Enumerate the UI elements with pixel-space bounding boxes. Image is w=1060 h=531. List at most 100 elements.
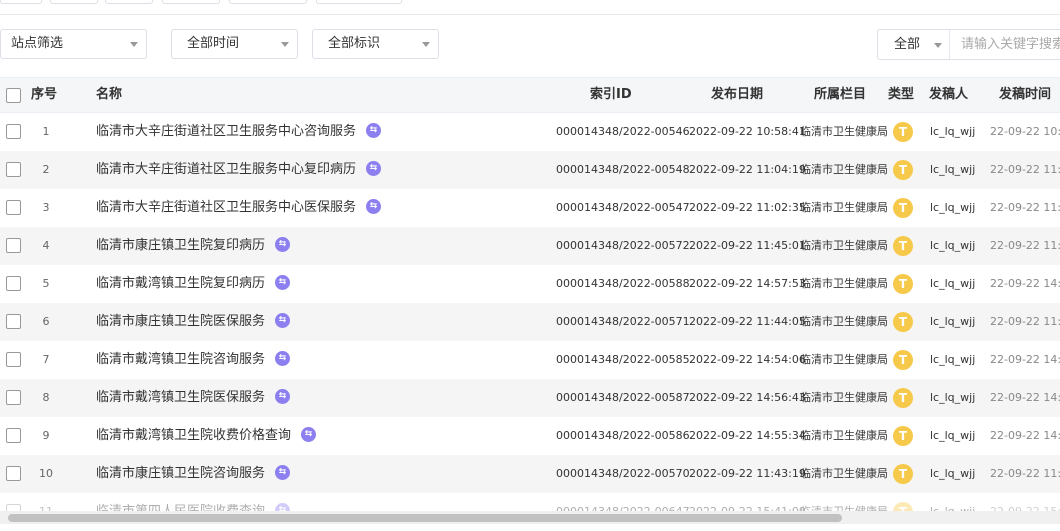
table-row[interactable]: 9 临清市戴湾镇卫生院收费价格查询 ⇆ 000014348/2022-00586 202… — [0, 417, 1060, 455]
table-row[interactable]: 2 临清市大辛庄街道社区卫生服务中心复印病历 ⇆ 000014348/2022-005… — [0, 151, 1060, 189]
row-checkbox[interactable] — [6, 428, 21, 443]
header-column[interactable]: 所属栏目 — [814, 78, 866, 112]
table-row[interactable]: 8 临清市戴湾镇卫生院医保服务 ⇆ 000014348/2022-00587 2022-… — [0, 379, 1060, 417]
toolbar-button[interactable] — [229, 0, 307, 4]
site-filter-label: 站点筛选 — [11, 36, 64, 51]
table-header: 序号 名称 索引ID 发布日期 所属栏目 类型 发稿人 发稿时间 — [0, 77, 1060, 113]
row-checkbox[interactable] — [6, 314, 21, 329]
header-index-id[interactable]: 索引ID — [590, 78, 632, 112]
link-tag-icon[interactable]: ⇆ — [275, 313, 291, 328]
row-column: 临清市卫生健康局 — [800, 391, 888, 404]
row-checkbox[interactable] — [6, 238, 21, 253]
row-publish-date: 2022-09-22 14:56:43 — [689, 391, 806, 404]
row-name[interactable]: 临清市大辛庄街道社区卫生服务中心咨询服务 ⇆ — [96, 113, 382, 151]
toolbar-button[interactable] — [316, 0, 402, 4]
type-text-icon: T — [893, 236, 913, 256]
row-name-text[interactable]: 临清市戴湾镇卫生院收费价格查询 — [96, 428, 291, 443]
table-row[interactable]: 3 临清市大辛庄街道社区卫生服务中心医保服务 ⇆ 000014348/2022-005… — [0, 189, 1060, 227]
row-name-text[interactable]: 临清市戴湾镇卫生院医保服务 — [96, 390, 265, 405]
row-index-id: 000014348/2022-00585 — [556, 353, 690, 366]
row-name[interactable]: 临清市康庄镇卫生院复印病历 ⇆ — [96, 227, 291, 265]
row-checkbox[interactable] — [6, 200, 21, 215]
select-all-checkbox[interactable] — [6, 88, 21, 103]
link-tag-icon[interactable]: ⇆ — [366, 123, 382, 138]
table-row[interactable]: 6 临清市康庄镇卫生院医保服务 ⇆ 000014348/2022-00571 2022-… — [0, 303, 1060, 341]
type-text-icon: T — [893, 350, 913, 370]
type-text-icon: T — [893, 312, 913, 332]
row-name-text[interactable]: 临清市戴湾镇卫生院咨询服务 — [96, 352, 265, 367]
scrollbar-thumb[interactable] — [8, 514, 842, 522]
row-checkbox[interactable] — [6, 276, 21, 291]
row-index-id: 000014348/2022-00546 — [556, 125, 690, 138]
header-no[interactable]: 序号 — [31, 78, 57, 112]
type-text-icon: T — [893, 274, 913, 294]
table-row[interactable]: 7 临清市戴湾镇卫生院咨询服务 ⇆ 000014348/2022-00585 2022-… — [0, 341, 1060, 379]
content-table: 序号 名称 索引ID 发布日期 所属栏目 类型 发稿人 发稿时间 1 临清市大辛庄… — [0, 77, 1060, 531]
row-checkbox[interactable] — [6, 466, 21, 481]
header-type[interactable]: 类型 — [888, 78, 914, 112]
chevron-down-icon — [130, 42, 138, 47]
row-author: lc_lq_wjj — [930, 315, 976, 328]
row-name[interactable]: 临清市戴湾镇卫生院复印病历 ⇆ — [96, 265, 291, 303]
row-number: 9 — [42, 429, 50, 442]
row-name[interactable]: 临清市康庄镇卫生院医保服务 ⇆ — [96, 303, 291, 341]
table-row[interactable]: 10 临清市康庄镇卫生院咨询服务 ⇆ 000014348/2022-00570 2022… — [0, 455, 1060, 493]
header-post-time[interactable]: 发稿时间 — [999, 78, 1051, 112]
site-filter-select[interactable]: 站点筛选 — [0, 29, 147, 59]
horizontal-scrollbar[interactable] — [0, 511, 1060, 524]
time-filter-label: 全部时间 — [187, 36, 240, 51]
tag-filter-select[interactable]: 全部标识 — [312, 29, 439, 59]
time-filter-select[interactable]: 全部时间 — [171, 29, 298, 59]
row-checkbox[interactable] — [6, 352, 21, 367]
row-name[interactable]: 临清市戴湾镇卫生院咨询服务 ⇆ — [96, 341, 291, 379]
row-name-text[interactable]: 临清市戴湾镇卫生院复印病历 — [96, 276, 265, 291]
row-post-time: 22-09-22 14:56 — [990, 391, 1060, 404]
link-tag-icon[interactable]: ⇆ — [366, 161, 382, 176]
link-tag-icon[interactable]: ⇆ — [275, 389, 291, 404]
row-index-id: 000014348/2022-00588 — [556, 277, 690, 290]
header-name[interactable]: 名称 — [96, 78, 122, 112]
link-tag-icon[interactable]: ⇆ — [301, 427, 317, 442]
row-name-text[interactable]: 临清市康庄镇卫生院医保服务 — [96, 314, 265, 329]
row-index-id: 000014348/2022-00547 — [556, 201, 690, 214]
header-author[interactable]: 发稿人 — [929, 78, 968, 112]
row-name-text[interactable]: 临清市大辛庄街道社区卫生服务中心复印病历 — [96, 162, 356, 177]
row-publish-date: 2022-09-22 14:57:53 — [689, 277, 806, 290]
table-row[interactable]: 1 临清市大辛庄街道社区卫生服务中心咨询服务 ⇆ 000014348/2022-005… — [0, 113, 1060, 151]
header-publish-date[interactable]: 发布日期 — [711, 78, 763, 112]
table-row[interactable]: 5 临清市戴湾镇卫生院复印病历 ⇆ 000014348/2022-00588 2022-… — [0, 265, 1060, 303]
link-tag-icon[interactable]: ⇆ — [275, 237, 291, 252]
toolbar-button[interactable] — [105, 0, 153, 4]
row-name-text[interactable]: 临清市康庄镇卫生院咨询服务 — [96, 466, 265, 481]
toolbar-button[interactable] — [0, 0, 42, 4]
row-checkbox[interactable] — [6, 162, 21, 177]
row-name[interactable]: 临清市康庄镇卫生院咨询服务 ⇆ — [96, 455, 291, 493]
row-index-id: 000014348/2022-00570 — [556, 467, 690, 480]
row-checkbox[interactable] — [6, 390, 21, 405]
toolbar-button[interactable] — [50, 0, 98, 4]
link-tag-icon[interactable]: ⇆ — [366, 199, 382, 214]
link-tag-icon[interactable]: ⇆ — [275, 465, 291, 480]
row-name[interactable]: 临清市戴湾镇卫生院医保服务 ⇆ — [96, 379, 291, 417]
row-name-text[interactable]: 临清市康庄镇卫生院复印病历 — [96, 238, 265, 253]
row-name[interactable]: 临清市戴湾镇卫生院收费价格查询 ⇆ — [96, 417, 317, 455]
search-scope-label: 全部 — [894, 37, 921, 52]
row-index-id: 000014348/2022-00571 — [556, 315, 690, 328]
row-number: 2 — [42, 163, 50, 176]
row-name[interactable]: 临清市大辛庄街道社区卫生服务中心复印病历 ⇆ — [96, 151, 382, 189]
table-row[interactable]: 4 临清市康庄镇卫生院复印病历 ⇆ 000014348/2022-00572 2022-… — [0, 227, 1060, 265]
row-name[interactable]: 临清市大辛庄街道社区卫生服务中心医保服务 ⇆ — [96, 189, 382, 227]
toolbar-button[interactable] — [162, 0, 220, 4]
row-index-id: 000014348/2022-00587 — [556, 391, 690, 404]
type-text-icon: T — [893, 160, 913, 180]
row-publish-date: 2022-09-22 11:44:05 — [689, 315, 806, 328]
search-input[interactable] — [951, 30, 1060, 59]
row-name-text[interactable]: 临清市大辛庄街道社区卫生服务中心医保服务 — [96, 200, 356, 215]
search-scope-select[interactable]: 全部 — [878, 30, 950, 59]
link-tag-icon[interactable]: ⇆ — [275, 351, 291, 366]
row-index-id: 000014348/2022-00548 — [556, 163, 690, 176]
link-tag-icon[interactable]: ⇆ — [275, 275, 291, 290]
row-name-text[interactable]: 临清市大辛庄街道社区卫生服务中心咨询服务 — [96, 124, 356, 139]
row-column: 临清市卫生健康局 — [800, 467, 888, 480]
row-checkbox[interactable] — [6, 124, 21, 139]
